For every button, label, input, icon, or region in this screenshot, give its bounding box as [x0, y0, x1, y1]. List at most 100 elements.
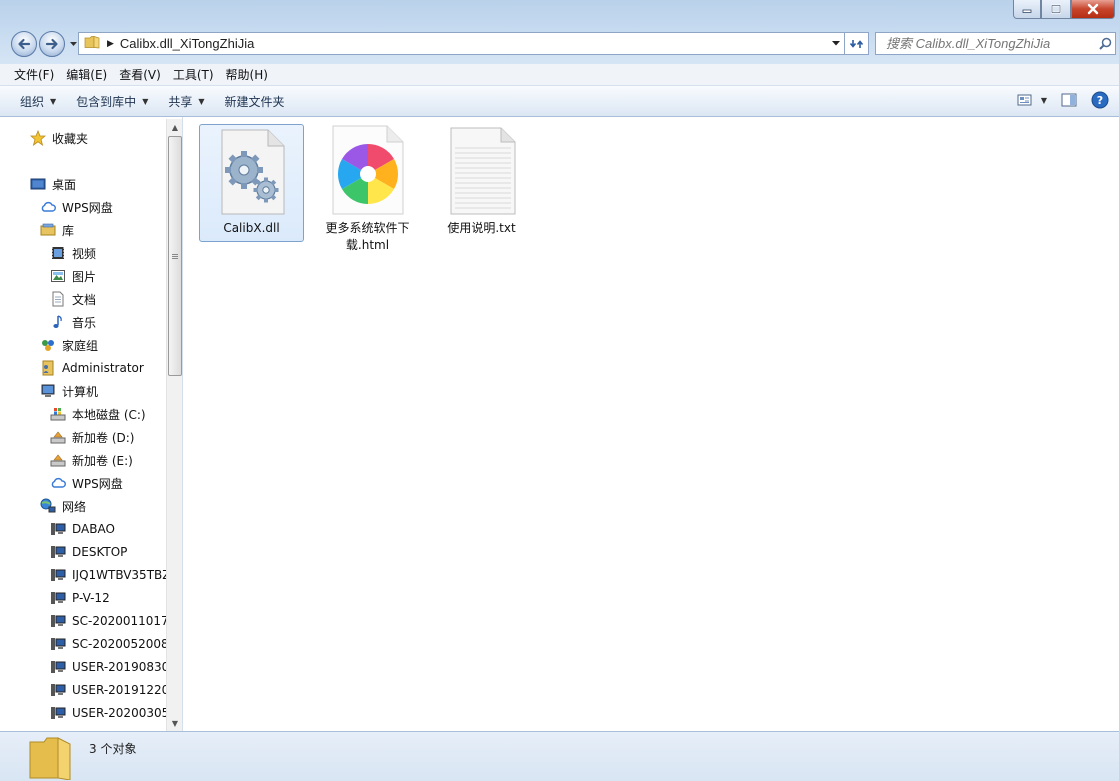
nav-network-host[interactable]: IJQ1WTBV35TBZ: [50, 565, 166, 585]
command-bar: 组织 ▼ 包含到库中 ▼ 共享 ▼ 新建文件夹 ▼ ?: [0, 86, 1119, 117]
nav-computer-label: 计算机: [62, 384, 99, 399]
nav-network-host[interactable]: DESKTOP: [50, 542, 127, 562]
address-path[interactable]: Calibx.dll_XiTongZhiJia: [120, 36, 828, 51]
refresh-button[interactable]: [845, 32, 869, 55]
computer-icon: [40, 383, 56, 399]
chevron-down-icon: ▼: [198, 96, 205, 106]
chevron-down-icon[interactable]: ▼: [1041, 96, 1047, 105]
include-library-label: 包含到库中: [76, 94, 137, 109]
nav-drive-e[interactable]: 新加卷 (E:): [50, 450, 133, 470]
refresh-icon: [849, 39, 863, 48]
library-icon: [40, 222, 56, 238]
close-button[interactable]: [1071, 0, 1115, 19]
nav-favorites[interactable]: 收藏夹: [30, 128, 88, 148]
navigation-tree: 收藏夹 桌面 WPS网盘 库 视频 图片 文档 音乐 家庭组 Administr…: [0, 117, 166, 731]
help-icon: ?: [1091, 91, 1109, 109]
scroll-down-icon[interactable]: ▼: [167, 715, 182, 731]
breadcrumb-arrow-icon[interactable]: ▶: [107, 39, 114, 49]
scroll-up-icon[interactable]: ▲: [167, 119, 182, 135]
nav-music-label: 音乐: [72, 315, 97, 330]
share-label: 共享: [168, 94, 193, 109]
forward-button[interactable]: [39, 31, 65, 57]
nav-wps-cloud-2[interactable]: WPS网盘: [50, 473, 123, 493]
nav-desktop[interactable]: 桌面: [30, 174, 76, 194]
nav-network-host[interactable]: DABAO: [50, 519, 115, 539]
search-box[interactable]: [875, 32, 1116, 55]
menu-view[interactable]: 查看(V): [119, 66, 161, 83]
video-icon: [50, 245, 66, 261]
network-computer-icon: [50, 705, 66, 721]
nav-network-host[interactable]: SC-20200110174: [50, 611, 166, 631]
close-icon: [1087, 3, 1099, 15]
window-controls: [1013, 0, 1115, 19]
nav-network-host-label: DABAO: [72, 522, 115, 536]
menu-tools[interactable]: 工具(T): [173, 66, 214, 83]
nav-network-host-label: P-V-12: [72, 591, 110, 605]
search-icon[interactable]: [1095, 37, 1115, 50]
nav-pictures-label: 图片: [72, 269, 97, 284]
user-folder-icon: [40, 360, 56, 376]
nav-network-host-label: SC-20200110174: [72, 614, 166, 628]
file-item[interactable]: 使用说明.txt: [429, 125, 534, 237]
nav-library[interactable]: 库: [40, 220, 74, 240]
search-input[interactable]: [886, 36, 1095, 51]
help-button[interactable]: ?: [1091, 91, 1109, 109]
nav-wps-cloud[interactable]: WPS网盘: [40, 197, 113, 217]
nav-administrator[interactable]: Administrator: [40, 358, 144, 378]
network-computer-icon: [50, 521, 66, 537]
folder-icon: [84, 35, 100, 52]
file-item[interactable]: 更多系统软件下载.html: [315, 125, 420, 254]
organize-label: 组织: [20, 94, 45, 109]
menu-help[interactable]: 帮助(H): [226, 66, 268, 83]
nav-network-host[interactable]: USER-20191220I: [50, 680, 166, 700]
network-computer-icon: [50, 682, 66, 698]
address-history-dropdown[interactable]: [828, 41, 844, 46]
cloud-icon: [50, 475, 66, 491]
forward-arrow-icon: [45, 38, 58, 50]
scroll-thumb[interactable]: [168, 136, 182, 376]
organize-button[interactable]: 组织 ▼: [20, 93, 56, 110]
network-computer-icon: [50, 544, 66, 560]
nav-homegroup-label: 家庭组: [62, 338, 99, 353]
view-controls: ▼ ?: [1003, 91, 1109, 109]
nav-network[interactable]: 网络: [40, 496, 86, 516]
nav-network-host-label: USER-20191220I: [72, 683, 166, 697]
maximize-button[interactable]: [1041, 0, 1071, 19]
desktop-icon: [30, 176, 46, 192]
address-bar[interactable]: ▶ Calibx.dll_XiTongZhiJia: [78, 32, 845, 55]
menu-file[interactable]: 文件(F): [14, 66, 54, 83]
back-arrow-icon: [18, 38, 31, 50]
nav-drive-d[interactable]: 新加卷 (D:): [50, 427, 134, 447]
picture-icon: [50, 268, 66, 284]
file-item[interactable]: CalibX.dll: [199, 124, 304, 242]
nav-network-host[interactable]: USER-20200305I: [50, 703, 166, 723]
nav-network-host[interactable]: P-V-12: [50, 588, 110, 608]
nav-videos[interactable]: 视频: [50, 243, 96, 263]
nav-desktop-label: 桌面: [52, 177, 77, 192]
nav-computer[interactable]: 计算机: [40, 381, 98, 401]
minimize-button[interactable]: [1013, 0, 1041, 19]
nav-homegroup[interactable]: 家庭组: [40, 335, 98, 355]
change-view-button[interactable]: ▼: [1017, 94, 1047, 106]
nav-wps-cloud-label: WPS网盘: [62, 200, 113, 215]
menu-edit[interactable]: 编辑(E): [66, 66, 107, 83]
chevron-down-icon: [832, 41, 840, 46]
nav-drive-c[interactable]: 本地磁盘 (C:): [50, 404, 146, 424]
menu-bar: 文件(F) 编辑(E) 查看(V) 工具(T) 帮助(H): [0, 64, 1119, 86]
back-button[interactable]: [11, 31, 37, 57]
music-icon: [50, 314, 66, 330]
grip-icon: [172, 253, 178, 259]
nav-documents[interactable]: 文档: [50, 289, 96, 309]
nav-music[interactable]: 音乐: [50, 312, 96, 332]
include-library-button[interactable]: 包含到库中 ▼: [76, 93, 148, 110]
new-folder-button[interactable]: 新建文件夹: [225, 93, 285, 110]
nav-scrollbar[interactable]: ▲ ▼: [166, 119, 182, 731]
preview-pane-button[interactable]: [1061, 93, 1077, 107]
nav-network-host[interactable]: SC-20200520083: [50, 634, 166, 654]
nav-network-host[interactable]: USER-20190830I: [50, 657, 166, 677]
share-button[interactable]: 共享 ▼: [168, 93, 204, 110]
nav-documents-label: 文档: [72, 292, 97, 307]
nav-network-host-label: USER-20200305I: [72, 706, 166, 720]
maximize-icon: [1051, 4, 1061, 14]
nav-pictures[interactable]: 图片: [50, 266, 96, 286]
